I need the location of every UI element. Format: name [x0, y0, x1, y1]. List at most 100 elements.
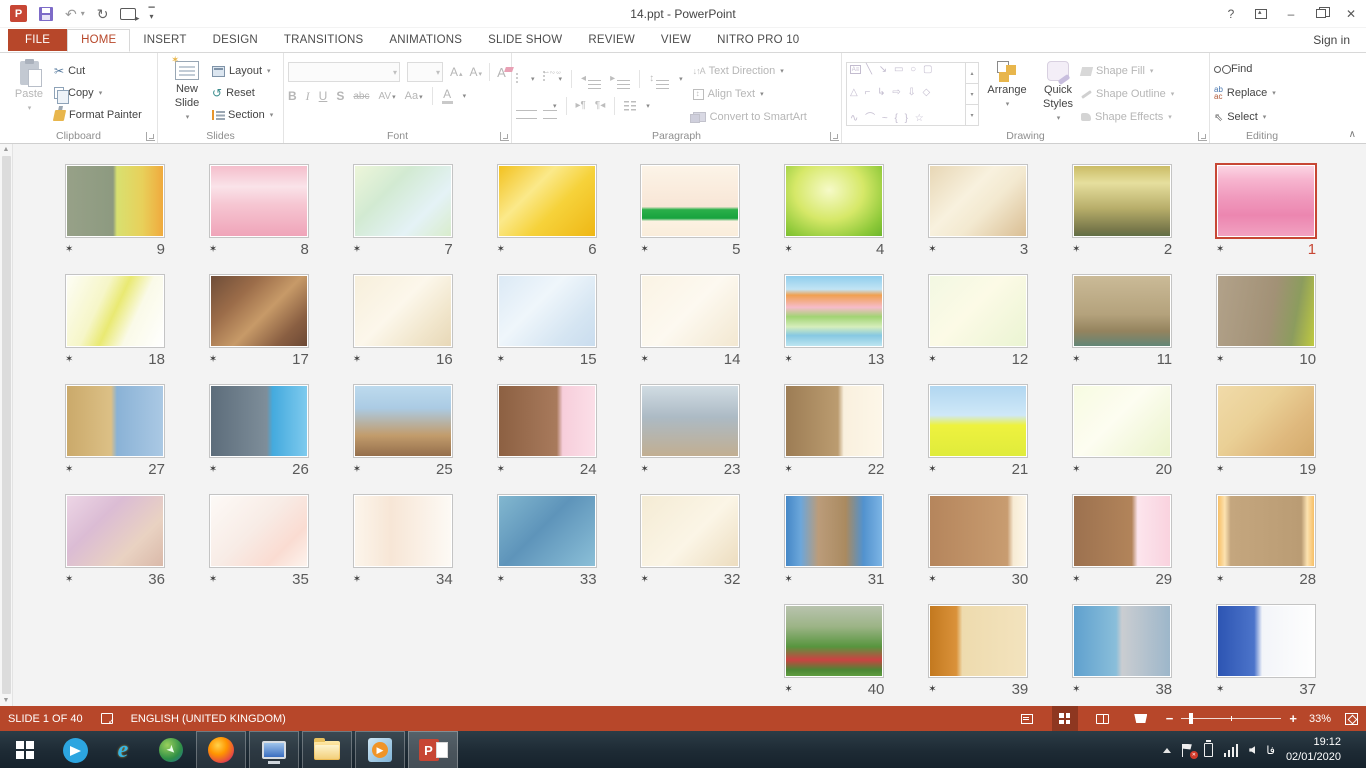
- shape-row-3[interactable]: ∿ ⌒ ~ { } ☆: [850, 109, 962, 124]
- tab-animations[interactable]: ANIMATIONS: [376, 30, 475, 51]
- decrease-indent-button[interactable]: ◂: [581, 74, 601, 84]
- slide-10-thumbnail[interactable]: [1216, 274, 1316, 348]
- font-color-caret[interactable]: ▾: [463, 92, 467, 100]
- slide-7-thumbnail[interactable]: [353, 164, 453, 238]
- quick-styles-button[interactable]: Quick Styles▾: [1035, 56, 1081, 123]
- slide-36-thumbnail[interactable]: [65, 494, 165, 568]
- copy-button[interactable]: Copy▾: [54, 84, 142, 102]
- taskbar-file-explorer-button[interactable]: [302, 731, 352, 768]
- slide-33-thumbnail[interactable]: [497, 494, 597, 568]
- slide-18-thumbnail[interactable]: [65, 274, 165, 348]
- underline-button[interactable]: U: [319, 89, 328, 103]
- shrink-font-button[interactable]: A▾: [470, 65, 483, 79]
- tab-home[interactable]: HOME: [67, 29, 130, 52]
- right-to-left-button[interactable]: ¶◂: [595, 101, 605, 111]
- start-button[interactable]: [0, 731, 50, 768]
- slide-26-thumbnail[interactable]: [209, 384, 309, 458]
- slide-20-thumbnail[interactable]: [1072, 384, 1172, 458]
- slide-15-thumbnail[interactable]: [497, 274, 597, 348]
- slide-25-thumbnail[interactable]: [353, 384, 453, 458]
- format-painter-button[interactable]: Format Painter: [54, 106, 142, 124]
- slide-21-thumbnail[interactable]: [928, 384, 1028, 458]
- slide-11-thumbnail[interactable]: [1072, 274, 1172, 348]
- restore-button[interactable]: [1306, 2, 1336, 26]
- paste-button[interactable]: Paste▾: [4, 56, 54, 114]
- slide-23-thumbnail[interactable]: [640, 384, 740, 458]
- slide-34-thumbnail[interactable]: [353, 494, 453, 568]
- zoom-slider-thumb[interactable]: [1189, 713, 1193, 724]
- scrollbar-thumb[interactable]: [2, 156, 11, 694]
- taskbar-powerpoint-button[interactable]: P: [408, 731, 458, 768]
- find-button[interactable]: Find: [1214, 60, 1276, 78]
- slide-30-thumbnail[interactable]: [928, 494, 1028, 568]
- taskbar-download-manager-button[interactable]: [150, 731, 192, 768]
- clear-formatting-button[interactable]: A: [497, 65, 506, 80]
- slide-24-thumbnail[interactable]: [497, 384, 597, 458]
- shape-effects-button[interactable]: Shape Effects▾: [1081, 108, 1174, 126]
- redo-icon[interactable]: ↻: [97, 7, 109, 21]
- font-dialog-launcher[interactable]: [500, 132, 509, 141]
- tab-file[interactable]: FILE: [8, 29, 67, 51]
- slide-17-thumbnail[interactable]: [209, 274, 309, 348]
- shape-fill-button[interactable]: Shape Fill▾: [1081, 62, 1174, 80]
- increase-indent-button[interactable]: ▸: [610, 74, 630, 84]
- slide-40-thumbnail[interactable]: [784, 604, 884, 678]
- tab-transitions[interactable]: TRANSITIONS: [271, 30, 377, 51]
- slide-37-thumbnail[interactable]: [1216, 604, 1316, 678]
- slide-31-thumbnail[interactable]: [784, 494, 884, 568]
- ribbon-display-options-button[interactable]: [1246, 2, 1276, 26]
- font-color-button[interactable]: A: [442, 88, 453, 104]
- help-button[interactable]: ?: [1216, 2, 1246, 26]
- save-icon[interactable]: [39, 7, 53, 21]
- network-signal-icon[interactable]: [1224, 744, 1239, 757]
- zoom-out-button[interactable]: −: [1166, 711, 1174, 726]
- start-from-beginning-icon[interactable]: [120, 8, 136, 20]
- slide-32-thumbnail[interactable]: [640, 494, 740, 568]
- tab-slide-show[interactable]: SLIDE SHOW: [475, 30, 575, 51]
- slide-8-thumbnail[interactable]: [209, 164, 309, 238]
- slide-counter[interactable]: SLIDE 1 OF 40: [8, 713, 83, 725]
- shape-gallery[interactable]: A≡╲ ↘ ▭ ○ ▢ △ ⌐ ↳ ⇨ ⇩ ◇ ∿ ⌒ ~ { } ☆ ▴ ▾ …: [846, 62, 979, 126]
- taskbar-telegram-button[interactable]: [54, 731, 96, 768]
- taskbar-media-player-button[interactable]: ▶: [355, 731, 405, 768]
- change-case-button[interactable]: Aa▾: [405, 90, 423, 102]
- left-to-right-button[interactable]: ▸¶: [576, 101, 586, 111]
- numbering-button[interactable]: [544, 73, 549, 85]
- shapes-scroll-up[interactable]: ▴: [966, 63, 978, 84]
- section-button[interactable]: Section▾: [212, 106, 273, 124]
- slide-38-thumbnail[interactable]: [1072, 604, 1172, 678]
- zoom-level[interactable]: 33%: [1309, 713, 1331, 725]
- show-hidden-icons-button[interactable]: [1163, 748, 1171, 753]
- spell-check-icon[interactable]: [101, 713, 113, 724]
- slide-13-thumbnail[interactable]: [784, 274, 884, 348]
- character-spacing-button[interactable]: AV▾: [378, 91, 395, 102]
- text-box-shape-icon[interactable]: A≡: [850, 65, 861, 74]
- replace-button[interactable]: abacReplace▾: [1214, 84, 1276, 102]
- slide-12-thumbnail[interactable]: [928, 274, 1028, 348]
- speaker-icon[interactable]: [1249, 746, 1255, 754]
- slide-19-thumbnail[interactable]: [1216, 384, 1316, 458]
- bullets-button[interactable]: [516, 73, 521, 85]
- paragraph-dialog-launcher[interactable]: [830, 132, 839, 141]
- strikethrough-button[interactable]: abc: [353, 91, 369, 102]
- undo-icon[interactable]: ↶: [65, 7, 77, 21]
- sign-in-link[interactable]: Sign in: [1313, 33, 1350, 47]
- slide-16-thumbnail[interactable]: [353, 274, 453, 348]
- slide-35-thumbnail[interactable]: [209, 494, 309, 568]
- tab-design[interactable]: DESIGN: [200, 30, 271, 51]
- normal-view-button[interactable]: [1014, 706, 1040, 731]
- clipboard-dialog-launcher[interactable]: [146, 132, 155, 141]
- language-indicator[interactable]: ENGLISH (UNITED KINGDOM): [131, 713, 286, 725]
- taskbar-clock[interactable]: 19:1202/01/2020: [1286, 735, 1345, 765]
- drawing-dialog-launcher[interactable]: [1198, 132, 1207, 141]
- tab-review[interactable]: REVIEW: [575, 30, 648, 51]
- reset-button[interactable]: ↺Reset: [212, 84, 273, 102]
- close-button[interactable]: ✕: [1336, 2, 1366, 26]
- shapes-gallery-more[interactable]: ▾: [966, 105, 978, 125]
- bold-button[interactable]: B: [288, 89, 297, 103]
- slide-22-thumbnail[interactable]: [784, 384, 884, 458]
- slide-6-thumbnail[interactable]: [497, 164, 597, 238]
- font-name-combo[interactable]: ▾: [288, 62, 400, 82]
- taskbar-internet-explorer-button[interactable]: e: [102, 731, 144, 768]
- zoom-in-button[interactable]: +: [1289, 711, 1297, 726]
